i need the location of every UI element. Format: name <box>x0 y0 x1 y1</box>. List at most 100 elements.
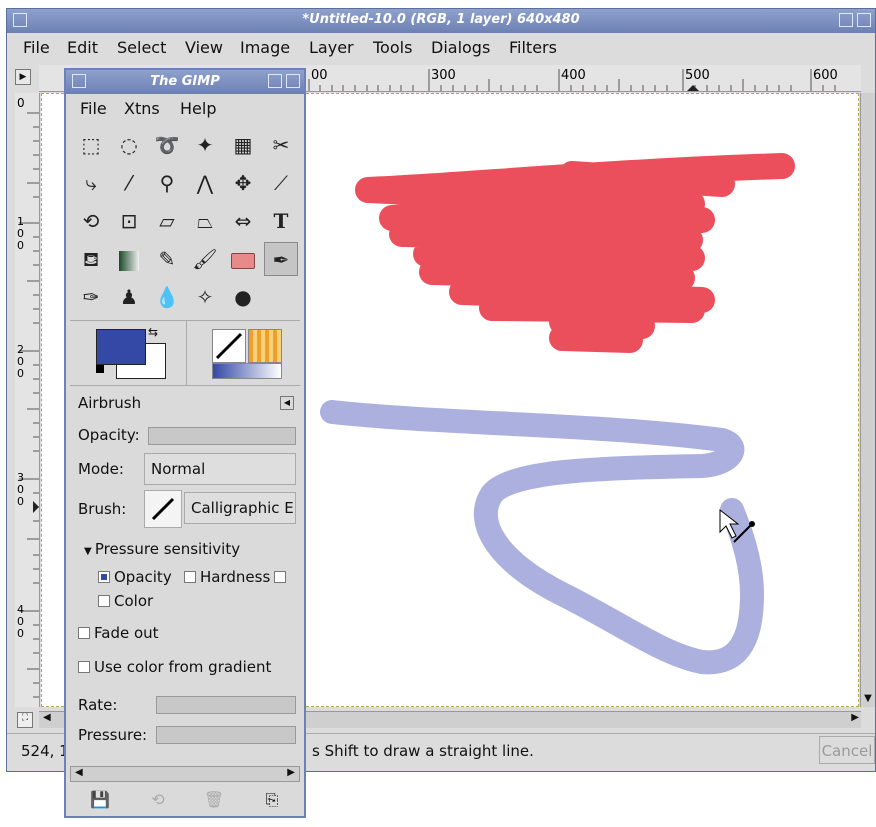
brush-button[interactable] <box>144 490 182 528</box>
scroll-left-arrow-icon[interactable]: ◀ <box>75 767 83 778</box>
color-select-icon[interactable]: ▦ <box>226 128 260 162</box>
rotate-icon[interactable]: ⟲ <box>74 204 108 238</box>
ruler-label-200: 00 <box>311 68 328 83</box>
fuzzy-select-icon[interactable]: ✦ <box>188 128 222 162</box>
toolbox-minimize-icon[interactable] <box>268 74 282 88</box>
pressure-hardness-checkbox[interactable]: Hardness <box>184 568 287 586</box>
minimize-icon[interactable] <box>839 13 853 27</box>
vruler-label-1: 100 <box>17 215 24 252</box>
paintbrush-icon[interactable]: 🖌 <box>188 242 222 276</box>
menu-layer[interactable]: Layer <box>309 38 354 57</box>
vertical-ruler[interactable]: 0 100 200 300 400 <box>15 93 40 707</box>
color-area-divider <box>186 321 187 385</box>
pressure-label: Pressure: <box>78 726 148 744</box>
checkbox-unchecked-icon[interactable] <box>274 571 287 583</box>
mode-label: Mode: <box>78 460 124 478</box>
cancel-button[interactable]: Cancel <box>819 736 875 764</box>
scale-icon[interactable]: ⊡ <box>112 204 146 238</box>
rate-slider[interactable] <box>156 696 296 714</box>
measure-icon[interactable]: ⋀ <box>188 166 222 200</box>
menu-file[interactable]: File <box>23 38 50 57</box>
ellipse-select-icon[interactable]: ◌ <box>112 128 146 162</box>
brush-preview[interactable] <box>212 329 246 363</box>
swap-colors-icon[interactable]: ⇆ <box>148 325 158 339</box>
use-color-from-gradient-checkbox[interactable]: Use color from gradient <box>78 658 271 676</box>
save-options-icon[interactable]: 💾 <box>88 788 112 812</box>
menu-filters[interactable]: Filters <box>509 38 557 57</box>
toolbox-close-icon[interactable] <box>286 74 300 88</box>
image-menubar: File Edit Select View Image Layer Tools … <box>7 33 875 61</box>
pencil-icon[interactable]: ✎ <box>150 242 184 276</box>
restore-options-icon[interactable]: ⟲ <box>146 788 170 812</box>
menu-edit[interactable]: Edit <box>67 38 98 57</box>
lasso-icon[interactable]: ➰ <box>150 128 184 162</box>
navigate-icon[interactable]: ⛶ <box>17 712 33 728</box>
toolbox-menubar: File Xtns Help <box>66 96 304 122</box>
ink-icon[interactable]: ✑ <box>74 280 108 314</box>
pressure-slider[interactable] <box>156 726 296 744</box>
reset-options-icon[interactable]: ⎘ <box>260 788 284 812</box>
smudge-icon[interactable]: 💧 <box>150 280 184 314</box>
menu-image[interactable]: Image <box>240 38 290 57</box>
pressure-opacity-checkbox[interactable]: Opacity <box>98 568 172 586</box>
scroll-left-arrow-icon[interactable]: ◀ <box>43 712 51 723</box>
ruler-label-500: 500 <box>685 68 710 83</box>
dodge-burn-icon[interactable]: ● <box>226 280 260 314</box>
vruler-label-4: 400 <box>17 603 24 640</box>
color-picker-icon[interactable]: ⁄ <box>112 166 146 200</box>
checkbox-unchecked-icon <box>184 571 196 583</box>
opacity-slider[interactable] <box>148 427 296 445</box>
eraser-icon[interactable] <box>226 242 260 276</box>
image-window-titlebar[interactable]: *Untitled-10.0 (RGB, 1 layer) 640x480 <box>7 9 875 33</box>
scroll-down-arrow-icon[interactable]: ▼ <box>861 693 875 707</box>
text-icon[interactable]: T <box>264 204 298 238</box>
airbrush-icon[interactable]: ✒ <box>264 242 298 276</box>
toolbox-menu-xtns[interactable]: Xtns <box>124 99 160 118</box>
shear-icon[interactable]: ▱ <box>150 204 184 238</box>
perspective-icon[interactable]: ⏢ <box>188 204 222 238</box>
toolbox-menu-file[interactable]: File <box>80 99 107 118</box>
scissors-icon[interactable]: ✂ <box>264 128 298 162</box>
menu-dialogs[interactable]: Dialogs <box>431 38 490 57</box>
pressure-color-checkbox[interactable]: Color <box>98 592 153 610</box>
paths-icon[interactable]: ⤷ <box>74 166 108 200</box>
ruler-label-300: 300 <box>431 68 456 83</box>
options-menu-icon[interactable]: ◀ <box>280 396 294 410</box>
vertical-scrollbar[interactable]: ▼ <box>860 93 875 707</box>
menu-select[interactable]: Select <box>117 38 166 57</box>
checkbox-unchecked-icon <box>98 595 110 607</box>
toolbox-titlebar[interactable]: The GIMP <box>66 70 304 94</box>
pressure-sensitivity-header[interactable]: ▼ Pressure sensitivity <box>84 540 240 558</box>
image-menu-button[interactable]: ▶ <box>15 69 31 85</box>
close-icon[interactable] <box>857 13 871 27</box>
delete-options-icon[interactable]: 🗑 <box>202 788 226 812</box>
foreground-color-swatch[interactable] <box>96 329 146 365</box>
checkbox-checked-icon <box>98 571 110 583</box>
pattern-preview[interactable] <box>248 329 282 363</box>
scroll-right-arrow-icon[interactable]: ▶ <box>287 767 295 778</box>
default-colors-icon[interactable] <box>96 365 104 373</box>
brush-name-field[interactable]: Calligraphic E <box>184 492 296 524</box>
mode-select[interactable]: Normal <box>144 453 296 485</box>
flip-icon[interactable]: ⇔ <box>226 204 260 238</box>
vruler-label-0: 0 <box>17 96 25 110</box>
scroll-right-arrow-icon[interactable]: ▶ <box>851 712 859 723</box>
blend-icon[interactable] <box>112 242 146 276</box>
bucket-fill-icon[interactable]: ⛾ <box>74 242 108 276</box>
options-scrollbar[interactable]: ◀ ▶ <box>70 766 300 782</box>
convolve-icon[interactable]: ✧ <box>188 280 222 314</box>
zoom-icon[interactable]: ⚲ <box>150 166 184 200</box>
menu-tools[interactable]: Tools <box>373 38 412 57</box>
color-area: ⇆ <box>70 320 300 386</box>
use-color-from-gradient-label: Use color from gradient <box>94 658 272 676</box>
crop-icon[interactable]: ⟋ <box>264 166 298 200</box>
fade-out-checkbox[interactable]: Fade out <box>78 624 159 642</box>
checkbox-unchecked-icon <box>78 627 90 639</box>
move-icon[interactable]: ✥ <box>226 166 260 200</box>
toolbox-menu-help[interactable]: Help <box>180 99 216 118</box>
clone-icon[interactable]: ♟ <box>112 280 146 314</box>
fade-out-label: Fade out <box>94 624 159 642</box>
menu-view[interactable]: View <box>185 38 223 57</box>
rect-select-icon[interactable]: ⬚ <box>74 128 108 162</box>
gradient-preview[interactable] <box>212 363 282 379</box>
